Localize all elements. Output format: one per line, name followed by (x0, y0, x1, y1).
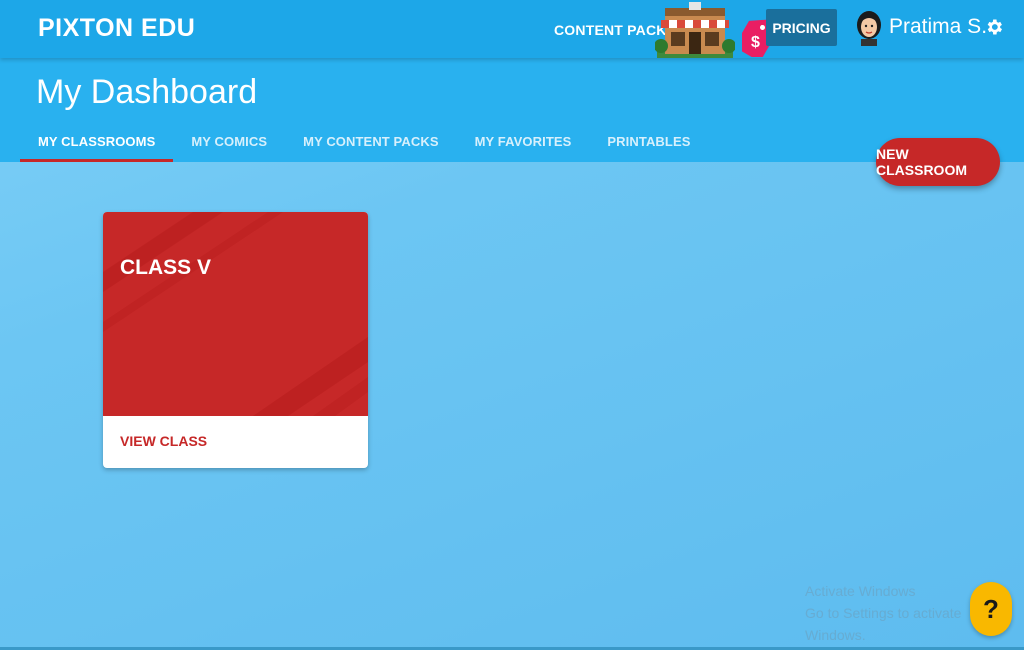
tab-my-classrooms[interactable]: MY CLASSROOMS (20, 126, 174, 162)
tab-my-content-packs[interactable]: MY CONTENT PACKS (285, 126, 456, 162)
user-name[interactable]: Pratima S. (889, 15, 987, 39)
page-title: My Dashboard (36, 73, 258, 111)
gear-icon[interactable] (984, 17, 1004, 37)
dashboard-header: My Dashboard MY CLASSROOMS MY COMICS MY … (0, 58, 1024, 162)
card-stripes-decoration (103, 212, 368, 416)
help-icon: ? (983, 593, 999, 624)
tab-my-favorites[interactable]: MY FAVORITES (457, 126, 590, 162)
tab-my-comics[interactable]: MY COMICS (173, 126, 285, 162)
new-classroom-button[interactable]: NEW CLASSROOM (876, 138, 1000, 186)
tab-printables[interactable]: PRINTABLES (589, 126, 708, 162)
classroom-card[interactable]: CLASS V VIEW CLASS (103, 212, 368, 468)
avatar[interactable] (855, 10, 883, 46)
classroom-name: CLASS V (120, 256, 212, 279)
pricing-button[interactable]: PRICING (766, 9, 837, 46)
price-tag-symbol: $ (751, 34, 760, 51)
classroom-card-banner[interactable]: CLASS V (103, 212, 368, 416)
top-navigation-bar: PIXTON EDU CONTENT PACKS $ PRICING Prati… (0, 0, 1024, 58)
help-button[interactable]: ? (970, 582, 1012, 636)
brand-logo[interactable]: PIXTON EDU (38, 14, 195, 43)
dashboard-tabs: MY CLASSROOMS MY COMICS MY CONTENT PACKS… (20, 126, 709, 162)
store-icon[interactable] (655, 2, 735, 58)
view-class-link[interactable]: VIEW CLASS (120, 433, 207, 449)
